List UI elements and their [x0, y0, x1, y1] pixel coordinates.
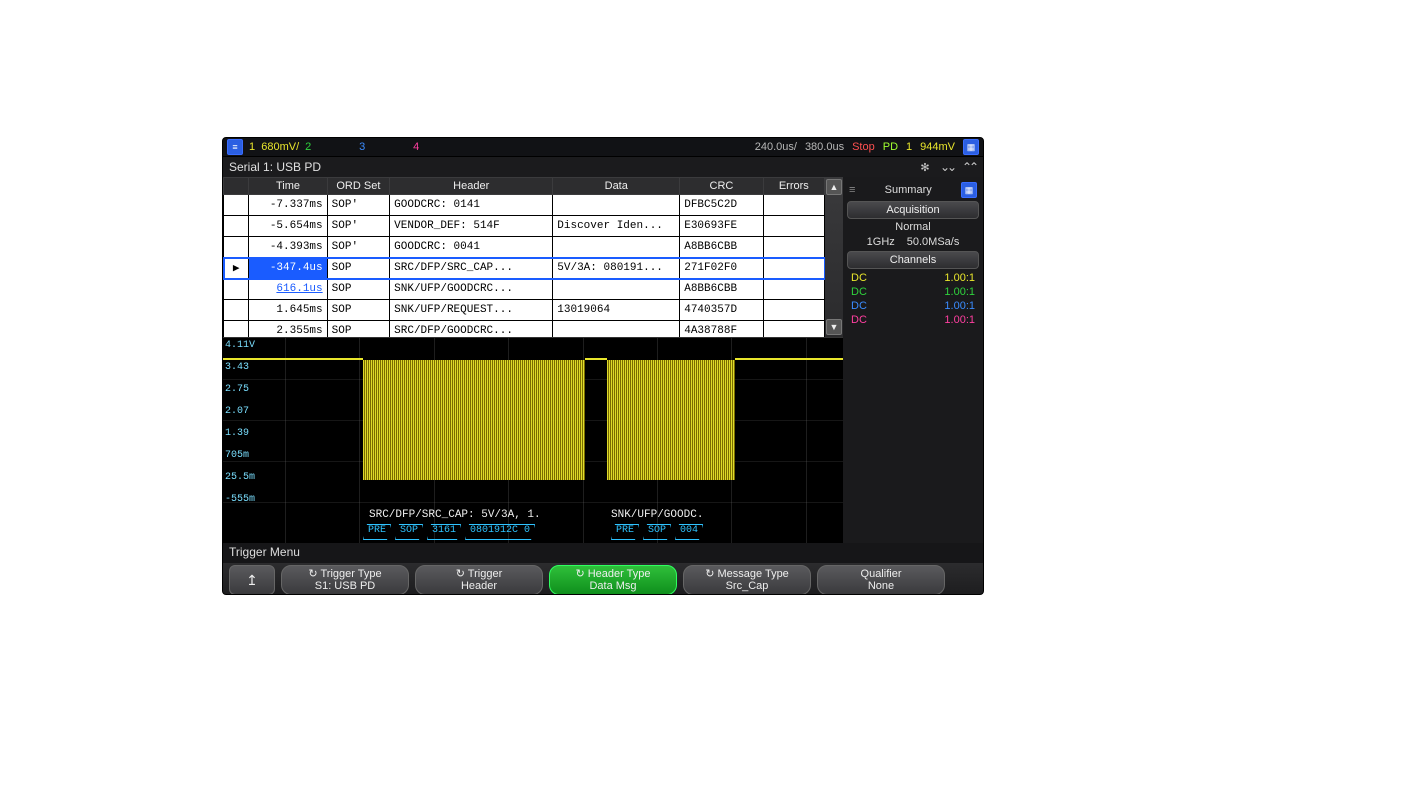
run-state[interactable]: Stop — [852, 141, 875, 153]
table-row[interactable]: -4.393msSOP'GOODCRC: 0041A8BB6CBB — [224, 237, 825, 258]
table-row[interactable]: 616.1usSOPSNK/UFP/GOODCRC...A8BB6CBB — [224, 279, 825, 300]
summary-panel: ≡ Summary ▦ Acquisition Normal 1GHz 50.0… — [843, 177, 983, 543]
y-axis-tick: 4.11V — [225, 340, 255, 351]
decode-hexagon: 3161 — [427, 524, 461, 540]
y-axis-tick: 3.43 — [225, 362, 249, 373]
col-errors[interactable]: Errors — [763, 178, 824, 195]
y-axis-tick: 1.39 — [225, 428, 249, 439]
table-row[interactable]: -5.654msSOP'VENDOR_DEF: 514FDiscover Ide… — [224, 216, 825, 237]
table-row[interactable]: ▶-347.4usSOPSRC/DFP/SRC_CAP...5V/3A: 080… — [224, 258, 825, 279]
softkey-trigger-type[interactable]: ↻ Trigger TypeS1: USB PD — [281, 565, 409, 595]
y-axis-tick: -555m — [225, 494, 255, 505]
col-data[interactable]: Data — [553, 178, 680, 195]
y-axis-tick: 705m — [225, 450, 249, 461]
packet-burst-2 — [607, 360, 735, 480]
ch1-indicator[interactable]: 1 680mV/ — [249, 141, 299, 153]
waveform-display[interactable]: 4.11V 3.43 2.75 2.07 1.39 705m 25.5m -555m SRC/… — [223, 337, 843, 543]
summary-grid-icon[interactable]: ▦ — [961, 182, 977, 198]
softkey-trigger[interactable]: ↻ TriggerHeader — [415, 565, 543, 595]
oscilloscope-window: ≡ 1 680mV/ 2 3 4 240.0us/ 380.0us Stop P… — [222, 137, 984, 595]
col-ord[interactable]: ORD Set — [327, 178, 390, 195]
decode-hexagon: SOP — [643, 524, 671, 540]
packet-label-2: SNK/UFP/GOODC. — [611, 509, 703, 521]
decode-hexagon: PRE — [363, 524, 391, 540]
col-time[interactable]: Time — [249, 178, 327, 195]
table-row[interactable]: -7.337msSOP'GOODCRC: 0141DFBC5C2D — [224, 195, 825, 216]
softkey-message-type[interactable]: ↻ Message TypeSrc_Cap — [683, 565, 811, 595]
scroll-down-icon[interactable]: ▼ — [826, 319, 842, 335]
serial-decode-title-bar: Serial 1: USB PD ✻ ⌄⌄ ⌃⌃ — [223, 157, 983, 177]
display-icon[interactable]: ▦ — [963, 139, 979, 155]
channel-row[interactable]: DC1.00:1 — [847, 299, 979, 313]
trigger-level-readout: 944mV — [920, 141, 955, 153]
decode-hexagon: 004 — [675, 524, 703, 540]
packet-burst-1 — [363, 360, 585, 480]
y-axis-tick: 25.5m — [225, 472, 255, 483]
pd-num: 1 — [906, 141, 912, 153]
channel-status-bar: ≡ 1 680mV/ 2 3 4 240.0us/ 380.0us Stop P… — [223, 138, 983, 157]
timebase-readout: 240.0us/ — [755, 141, 797, 153]
table-scrollbar[interactable]: ▲ ▼ — [825, 177, 843, 337]
pd-label: PD — [883, 141, 898, 153]
trigger-menu-title: Trigger Menu — [223, 543, 983, 563]
acquisition-mode: Normal — [847, 221, 979, 233]
expand-icon[interactable]: ⌃⌃ — [961, 159, 977, 175]
decode-table-pane: Time ORD Set Header Data CRC Errors -7.3… — [223, 177, 843, 337]
packet-label-1: SRC/DFP/SRC_CAP: 5V/3A, 1. — [369, 509, 541, 521]
col-arrow — [224, 178, 249, 195]
delay-readout: 380.0us — [805, 141, 844, 153]
channel-row[interactable]: DC1.00:1 — [847, 271, 979, 285]
softkey-qualifier[interactable]: QualifierNone — [817, 565, 945, 595]
softkey-bar: ↥ ↻ Trigger TypeS1: USB PD↻ TriggerHeade… — [223, 563, 983, 595]
decode-hexagon: PRE — [611, 524, 639, 540]
channels-button[interactable]: Channels — [847, 251, 979, 269]
decode-strip-2: PRESOP004 — [611, 525, 703, 539]
ch3-indicator[interactable]: 3 — [359, 141, 407, 153]
y-axis-tick: 2.75 — [225, 384, 249, 395]
decode-hexagon: 0801912C 0 — [465, 524, 535, 540]
channel-row[interactable]: DC1.00:1 — [847, 313, 979, 327]
decode-table: Time ORD Set Header Data CRC Errors -7.3… — [223, 177, 825, 342]
y-axis-tick: 2.07 — [225, 406, 249, 417]
summary-title: Summary — [859, 184, 957, 196]
col-crc[interactable]: CRC — [680, 178, 763, 195]
back-button[interactable]: ↥ — [229, 565, 275, 595]
collapse-icon[interactable]: ⌄⌄ — [939, 159, 955, 175]
decode-strip-1: PRESOP31610801912C 0 — [363, 525, 535, 539]
ch2-indicator[interactable]: 2 — [305, 141, 353, 153]
table-row[interactable]: 1.645msSOPSNK/UFP/REQUEST...130190644740… — [224, 300, 825, 321]
softkey-header-type[interactable]: ↻ Header TypeData Msg — [549, 565, 677, 595]
samplerate-readout: 50.0MSa/s — [907, 236, 960, 248]
acquisition-button[interactable]: Acquisition — [847, 201, 979, 219]
ch4-indicator[interactable]: 4 — [413, 141, 461, 153]
bandwidth-readout: 1GHz — [867, 236, 895, 248]
col-header[interactable]: Header — [390, 178, 553, 195]
decode-hexagon: SOP — [395, 524, 423, 540]
serial-title: Serial 1: USB PD — [229, 160, 321, 174]
channel-row[interactable]: DC1.00:1 — [847, 285, 979, 299]
gear-icon[interactable]: ✻ — [917, 159, 933, 175]
menu-icon[interactable]: ≡ — [227, 139, 243, 155]
scroll-up-icon[interactable]: ▲ — [826, 179, 842, 195]
